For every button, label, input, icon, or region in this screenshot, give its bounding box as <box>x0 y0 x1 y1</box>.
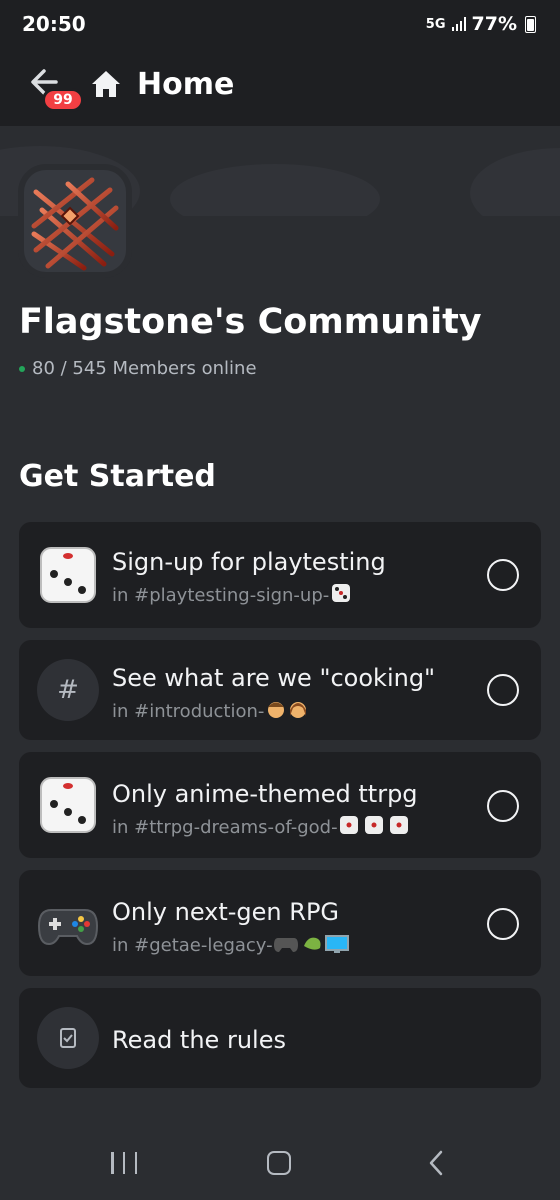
app-header: Home <box>0 50 560 126</box>
nav-back-icon[interactable] <box>428 1150 444 1176</box>
online-count: 80 / 545 Members online <box>32 358 257 379</box>
task-card-introduction[interactable]: # See what are we "cooking" in #introduc… <box>19 640 541 740</box>
status-time: 20:50 <box>22 12 86 36</box>
home-button-icon[interactable] <box>267 1151 291 1175</box>
hash-icon: # <box>37 659 99 721</box>
task-status-circle <box>487 908 519 940</box>
page-title: Home <box>137 67 235 102</box>
online-dot-icon <box>19 365 25 372</box>
task-title: Sign-up for playtesting <box>112 548 386 576</box>
dice-icon <box>40 547 96 603</box>
task-status-circle <box>487 790 519 822</box>
task-card-ttrpg[interactable]: Only anime-themed ttrpg in #ttrpg-dreams… <box>19 752 541 858</box>
task-channel: in #ttrpg-dreams-of-god- <box>112 814 411 838</box>
rulebook-icon <box>37 1007 99 1069</box>
server-logo-icon <box>31 177 119 271</box>
task-channel: in #playtesting-sign-up- <box>112 582 352 606</box>
task-title: Only next-gen RPG <box>112 898 340 926</box>
task-channel: in #introduction- <box>112 698 309 722</box>
section-title: Get Started <box>19 459 216 494</box>
server-name: Flagstone's Community <box>19 302 482 342</box>
network-type: 5G <box>425 16 446 32</box>
task-card-playtesting[interactable]: Sign-up for playtesting in #playtesting-… <box>19 522 541 628</box>
notification-badge: 99 <box>42 88 84 112</box>
task-card-rules[interactable]: Read the rules <box>19 988 541 1088</box>
task-title: Read the rules <box>112 1026 286 1054</box>
task-title: Only anime-themed ttrpg <box>112 780 418 808</box>
battery-icon <box>525 15 536 33</box>
mini-dice-icon <box>332 584 351 602</box>
dice-icon <box>40 777 96 833</box>
task-status-circle <box>487 674 519 706</box>
server-icon <box>24 170 126 272</box>
task-card-next-gen-rpg[interactable]: Only next-gen RPG in #getae-legacy- <box>19 870 541 976</box>
recents-icon[interactable] <box>111 1152 137 1174</box>
game-emoji-icons <box>273 935 349 953</box>
people-emoji-icon <box>268 702 307 718</box>
task-title: See what are we "cooking" <box>112 664 436 692</box>
task-status-circle <box>487 559 519 591</box>
gamepad-icon <box>37 909 99 946</box>
signal-icon <box>451 17 466 31</box>
battery-level: 77% <box>471 13 517 35</box>
status-bar: 20:50 5G 77% <box>0 0 560 50</box>
status-indicators: 5G 77% <box>426 13 536 35</box>
system-nav-bar <box>0 1120 560 1200</box>
triple-dice-icon <box>339 816 408 834</box>
home-icon <box>92 71 120 97</box>
online-status: 80 / 545 Members online <box>19 358 257 379</box>
task-channel: in #getae-legacy- <box>112 932 350 956</box>
